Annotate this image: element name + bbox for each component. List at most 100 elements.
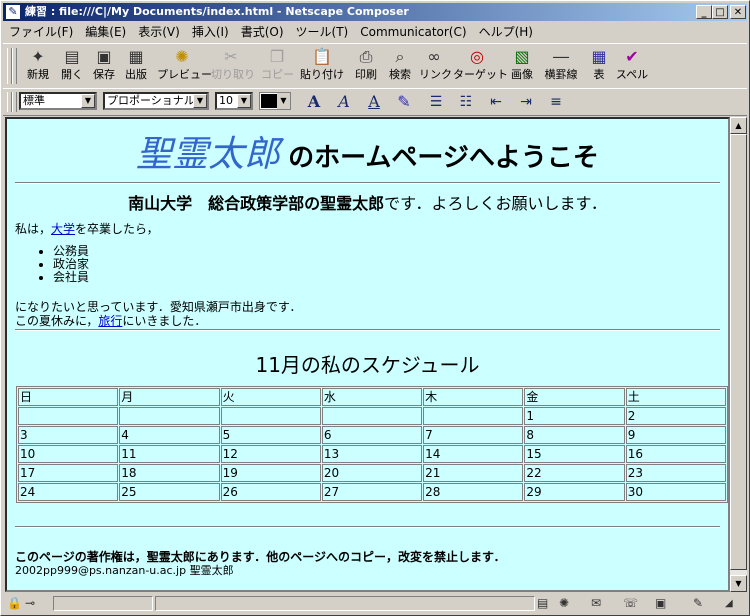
menu-insert[interactable]: 挿入(I) [186, 22, 235, 42]
text-color-picker[interactable]: ▼ [259, 92, 291, 110]
composer-icon[interactable]: ✎ [693, 595, 703, 612]
editor-content[interactable]: 聖霊太郎 のホームページへようこそ 南山大学 総合政策学部の聖霊太郎です．よろしく… [5, 117, 730, 592]
preview-button[interactable]: ✺ プレビュー [157, 46, 212, 86]
date-cell[interactable] [423, 407, 524, 425]
date-cell[interactable]: 15 [524, 445, 625, 463]
alignment-button[interactable]: ≡ [545, 92, 567, 112]
italic-button[interactable]: A [333, 92, 355, 112]
menu-file[interactable]: ファイル(F) [3, 22, 79, 42]
composer-app-icon[interactable]: ✎ [6, 5, 20, 19]
menu-edit[interactable]: 編集(E) [79, 22, 132, 42]
date-cell[interactable]: 22 [524, 464, 625, 482]
date-cell[interactable]: 20 [321, 464, 423, 482]
table-button[interactable]: ▦ 表 [585, 46, 613, 86]
date-cell[interactable]: 21 [423, 464, 524, 482]
font-size-select[interactable]: 10 ▼ [215, 92, 253, 110]
indent-button[interactable]: ⇥ [515, 92, 537, 112]
header-cell[interactable]: 水 [321, 388, 423, 406]
underline-button[interactable]: A [363, 92, 385, 112]
connection-icon[interactable]: ⊸ [25, 595, 35, 612]
date-cell[interactable]: 16 [625, 445, 726, 463]
numbered-list-button[interactable]: ☷ [455, 92, 477, 112]
date-cell[interactable]: 25 [119, 483, 220, 501]
date-cell[interactable]: 1 [524, 407, 625, 425]
date-cell[interactable]: 2 [625, 407, 726, 425]
date-cell[interactable]: 26 [220, 483, 321, 501]
chevron-down-icon[interactable]: ▼ [237, 94, 251, 108]
scroll-thumb[interactable] [730, 134, 747, 570]
date-cell[interactable]: 8 [524, 426, 625, 444]
date-cell[interactable]: 24 [18, 483, 119, 501]
link-travel[interactable]: 旅行 [98, 314, 122, 328]
maximize-button[interactable]: □ [712, 5, 728, 19]
date-cell[interactable]: 7 [423, 426, 524, 444]
header-cell[interactable]: 火 [220, 388, 321, 406]
minimize-button[interactable]: _ [696, 5, 712, 19]
new-button[interactable]: ✦ 新規 [23, 46, 53, 86]
print-button[interactable]: ⎙ 印刷 [351, 46, 381, 86]
date-cell[interactable]: 13 [321, 445, 423, 463]
copy-button[interactable]: ❐ コピー [261, 46, 294, 86]
date-cell[interactable] [119, 407, 220, 425]
save-button[interactable]: ▣ 保存 [89, 46, 119, 86]
paragraph-style-select[interactable]: 標準 ▼ [19, 92, 97, 110]
menu-tools[interactable]: ツール(T) [290, 22, 355, 42]
find-button[interactable]: ⌕ 検索 [385, 46, 415, 86]
date-cell[interactable]: 27 [321, 483, 423, 501]
mail-icon[interactable]: ✉ [591, 595, 601, 612]
menu-help[interactable]: ヘルプ(H) [473, 22, 539, 42]
chevron-down-icon[interactable]: ▼ [277, 93, 290, 109]
cut-button[interactable]: ✂ 切り取り [211, 46, 255, 86]
header-cell[interactable]: 日 [18, 388, 119, 406]
component-bar-icon[interactable]: ▤ [537, 595, 548, 612]
date-cell[interactable] [321, 407, 423, 425]
date-cell[interactable]: 6 [321, 426, 423, 444]
address-book-icon[interactable]: ▣ [655, 595, 666, 612]
security-lock-icon[interactable]: 🔒 [7, 595, 22, 612]
menu-format[interactable]: 書式(O) [235, 22, 290, 42]
resize-grip-icon[interactable]: ◢ [725, 595, 733, 612]
menu-communicator[interactable]: Communicator(C) [354, 22, 472, 42]
date-cell[interactable]: 9 [625, 426, 726, 444]
date-cell[interactable]: 10 [18, 445, 119, 463]
spell-button[interactable]: ✔ スペル [615, 46, 649, 86]
schedule-table[interactable]: 日 月 火 水 木 金 土 1 2 3 4 5 6 7 8 9 10 11 12… [16, 386, 728, 503]
header-cell[interactable]: 土 [625, 388, 726, 406]
open-button[interactable]: ▤ 開く [57, 46, 87, 86]
date-cell[interactable]: 30 [625, 483, 726, 501]
date-cell[interactable] [18, 407, 119, 425]
header-cell[interactable]: 金 [524, 388, 625, 406]
clear-styles-button[interactable]: ✎ [393, 92, 415, 112]
date-cell[interactable]: 19 [220, 464, 321, 482]
date-cell[interactable]: 14 [423, 445, 524, 463]
close-button[interactable]: ✕ [730, 5, 746, 19]
link-button[interactable]: ∞ リンク [419, 46, 452, 86]
date-cell[interactable] [220, 407, 321, 425]
chevron-down-icon[interactable]: ▼ [193, 94, 207, 108]
date-cell[interactable]: 4 [119, 426, 220, 444]
date-cell[interactable]: 23 [625, 464, 726, 482]
outdent-button[interactable]: ⇤ [485, 92, 507, 112]
header-cell[interactable]: 月 [119, 388, 220, 406]
toolbar-grip[interactable] [12, 92, 17, 112]
navigator-icon[interactable]: ✺ [559, 595, 569, 612]
bold-button[interactable]: A [303, 92, 325, 112]
paste-button[interactable]: 📋 貼り付け [299, 46, 345, 86]
target-button[interactable]: ◎ ターゲット [453, 46, 508, 86]
date-cell[interactable]: 29 [524, 483, 625, 501]
hrule-button[interactable]: ― 横罫線 [541, 46, 581, 86]
font-select[interactable]: プロポーショナル ▼ [103, 92, 209, 110]
newsgroups-icon[interactable]: ☏ [623, 595, 638, 612]
bullet-list-button[interactable]: ☰ [425, 92, 447, 112]
date-cell[interactable]: 28 [423, 483, 524, 501]
toolbar-grip[interactable] [12, 48, 17, 84]
date-cell[interactable]: 18 [119, 464, 220, 482]
scroll-down-button[interactable]: ▼ [730, 575, 747, 592]
image-button[interactable]: ▧ 画像 [507, 46, 537, 86]
date-cell[interactable]: 5 [220, 426, 321, 444]
date-cell[interactable]: 12 [220, 445, 321, 463]
publish-button[interactable]: ▦ 出版 [121, 46, 151, 86]
date-cell[interactable]: 3 [18, 426, 119, 444]
menu-view[interactable]: 表示(V) [132, 22, 186, 42]
scroll-up-button[interactable]: ▲ [730, 117, 747, 134]
